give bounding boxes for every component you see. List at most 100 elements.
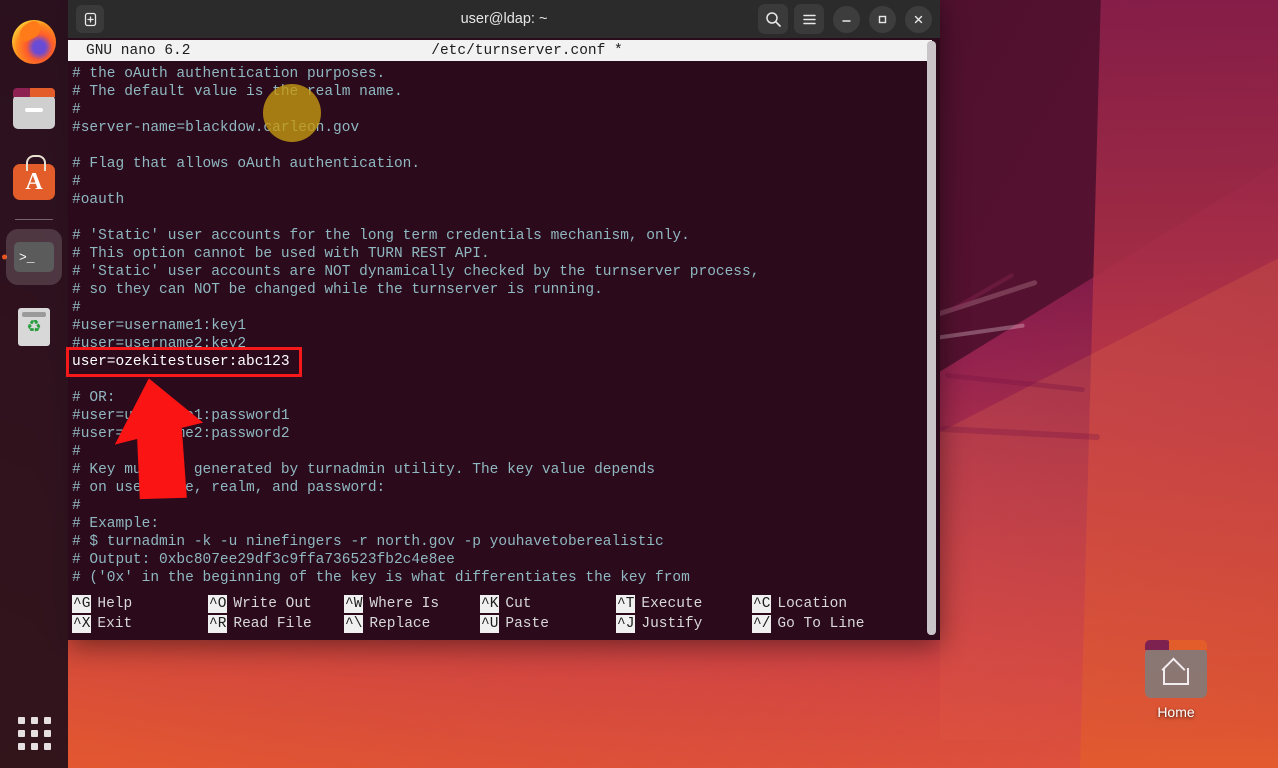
home-folder-icon [1145,640,1207,698]
terminal-scrollbar[interactable] [927,41,936,635]
grid-icon [17,717,51,750]
editor-line[interactable]: #user=username2:key2 [72,335,940,353]
nano-shortcut-label: Location [777,596,848,612]
nano-shortcut[interactable]: ^\ Replace [344,615,480,633]
nano-shortcut-key: ^U [480,615,500,633]
editor-line[interactable]: #oauth [72,191,940,209]
nano-shortcut-key: ^O [208,595,228,613]
nano-shortcut-label: Where Is [369,596,440,612]
nano-shortcut-label: Execute [641,596,703,612]
editor-line[interactable]: # $ turnadmin -k -u ninefingers -r north… [72,533,940,551]
nano-shortcut-label: Justify [641,616,703,632]
nano-shortcut-key: ^R [208,615,228,633]
nano-shortcut-key: ^T [616,595,636,613]
hamburger-menu-icon [802,14,816,24]
trash-icon: ♻ [11,304,57,350]
maximize-button[interactable] [869,5,896,33]
editor-line[interactable] [72,371,940,389]
editor-line[interactable]: # The default value is the realm name. [72,83,940,101]
nano-shortcut[interactable]: ^/ Go To Line [752,615,888,633]
dock-item-list: A >_ ♻ [0,8,68,363]
editor-line[interactable]: # This option cannot be used with TURN R… [72,245,940,263]
nano-shortcut[interactable]: ^W Where Is [344,595,480,613]
nano-shortcut[interactable]: ^U Paste [480,615,616,633]
dock-item-files[interactable] [0,78,68,146]
editor-line-active[interactable]: user=ozekitestuser:abc123 [72,353,940,371]
dock-item-firefox[interactable] [0,8,68,76]
nano-shortcut-key: ^W [344,595,364,613]
nano-shortcut-label: Paste [505,616,549,632]
nano-shortcut-label: Replace [369,616,431,632]
nano-shortcut[interactable]: ^T Execute [616,595,752,613]
editor-line[interactable]: #user=username2:password2 [72,425,940,443]
nano-shortcut-label: Help [97,596,133,612]
nano-shortcut-row-1: ^G Help ^O Write Out ^W Where Is ^K Cut ^T Execut… [72,594,940,614]
editor-line[interactable]: #user=username1:key1 [72,317,940,335]
editor-line[interactable]: # Example: [72,515,940,533]
editor-line[interactable]: # Output: 0xbc807ee29df3c9ffa736523fb2c4… [72,551,940,569]
nano-shortcut-key: ^X [72,615,92,633]
editor-line[interactable]: # [72,173,940,191]
new-tab-icon [84,12,96,26]
minimize-button[interactable] [833,5,860,33]
dock-separator [15,219,53,220]
nano-shortcut-key: ^\ [344,615,364,633]
ubuntu-dock: A >_ ♻ [0,0,68,768]
nano-shortcut[interactable]: ^C Location [752,595,888,613]
maximize-icon [878,15,887,23]
window-controls [758,4,932,34]
house-icon [1163,662,1189,685]
nano-shortcut-label: Exit [97,616,133,632]
nano-shortcut-key: ^J [616,615,636,633]
close-icon [914,15,923,23]
close-button[interactable] [905,5,932,33]
editor-line[interactable]: # Flag that allows oAuth authentication. [72,155,940,173]
nano-shortcut[interactable]: ^X Exit [72,615,208,633]
editor-line[interactable]: # 'Static' user accounts are NOT dynamic… [72,263,940,281]
editor-line[interactable]: #server-name=blackdow.carleon.gov [72,119,940,137]
editor-line[interactable]: # Key must be generated by turnadmin uti… [72,461,940,479]
recycle-glyph: ♻ [18,308,50,346]
new-tab-button[interactable] [76,5,104,33]
nano-shortcut[interactable]: ^R Read File [208,615,344,633]
dock-item-trash[interactable]: ♻ [0,293,68,361]
terminal-prompt-glyph: >_ [14,242,54,272]
dock-item-terminal[interactable]: >_ [0,223,68,291]
nano-shortcut[interactable]: ^J Justify [616,615,752,633]
nano-shortcut[interactable]: ^K Cut [480,595,616,613]
editor-line[interactable]: # so they can NOT be changed while the t… [72,281,940,299]
files-folder-icon [11,88,57,135]
nano-shortcut-label: Read File [233,616,312,632]
nano-shortcut-bar: ^G Help ^O Write Out ^W Where Is ^K Cut ^T Execut… [68,592,940,640]
editor-line[interactable]: # ('0x' in the beginning of the key is w… [72,569,940,587]
editor-line[interactable]: # [72,101,940,119]
editor-line[interactable]: # the oAuth authentication purposes. [72,65,940,83]
editor-line[interactable]: # [72,443,940,461]
editor-line[interactable] [72,137,940,155]
editor-line[interactable]: # 'Static' user accounts for the long te… [72,227,940,245]
nano-shortcut-label: Cut [505,596,532,612]
nano-filename: /etc/turnserver.conf * [431,42,623,59]
nano-shortcut[interactable]: ^O Write Out [208,595,344,613]
desktop-home-folder[interactable]: Home [1136,640,1216,720]
terminal-content[interactable]: GNU nano 6.2 /etc/turnserver.conf * # th… [68,38,940,640]
nano-shortcut[interactable]: ^G Help [72,595,208,613]
terminal-window: user@ldap: ~ GNU nano 6.2 /etc/turnserve… [68,0,940,640]
firefox-icon [11,19,57,65]
editor-line[interactable]: # [72,497,940,515]
editor-line[interactable]: # OR: [72,389,940,407]
nano-shortcut-label: Write Out [233,596,312,612]
editor-line[interactable]: # on user name, realm, and password: [72,479,940,497]
menu-button[interactable] [794,4,824,34]
search-button[interactable] [758,4,788,34]
nano-shortcut-key: ^K [480,595,500,613]
minimize-icon [842,19,851,22]
show-applications-button[interactable] [0,717,68,750]
editor-line[interactable]: #user=username1:password1 [72,407,940,425]
editor-line[interactable]: # [72,299,940,317]
nano-text-area[interactable]: # the oAuth authentication purposes. # Th… [68,61,940,587]
dock-item-ubuntu-software[interactable]: A [0,148,68,216]
nano-shortcut-label: Go To Line [777,616,865,632]
nano-header-bar: GNU nano 6.2 /etc/turnserver.conf * [68,40,932,61]
editor-line[interactable] [72,209,940,227]
